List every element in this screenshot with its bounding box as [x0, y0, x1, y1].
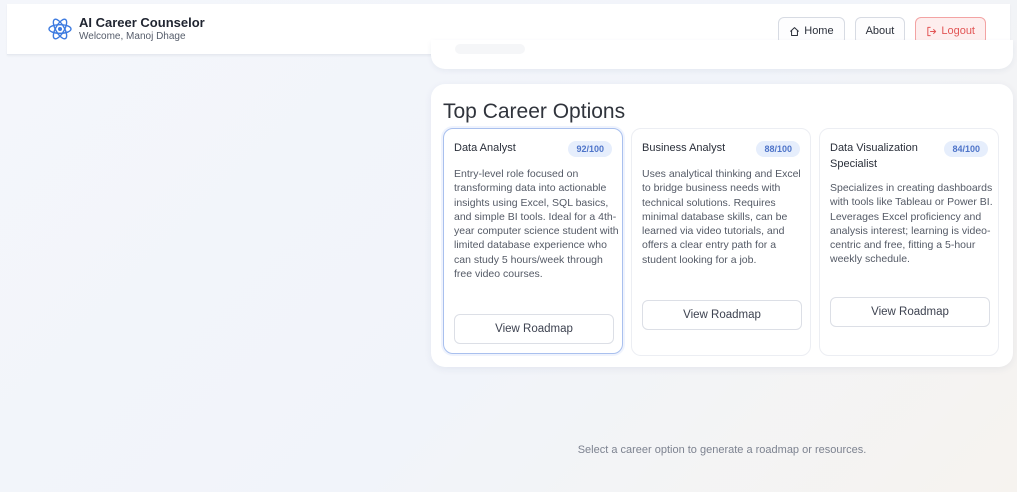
view-roadmap-button[interactable]: View Roadmap [454, 314, 614, 344]
welcome-text: Welcome, Manoj Dhage [79, 31, 186, 43]
about-label: About [865, 25, 895, 37]
career-card-data-visualization-specialist[interactable]: Data Visualization Specialist 84/100 Spe… [819, 128, 999, 356]
career-card-business-analyst[interactable]: Business Analyst 88/100 Uses analytical … [631, 128, 811, 356]
logout-label: Logout [941, 25, 975, 37]
section-title: Top Career Options [443, 100, 626, 123]
career-title: Business Analyst [642, 142, 726, 154]
score-badge: 92/100 [568, 141, 612, 157]
career-description: Specializes in creating dashboards with … [830, 182, 993, 266]
home-icon [790, 26, 800, 36]
brand: AI Career Counselor Welcome, Manoj Dhage [47, 15, 205, 43]
logout-icon [927, 26, 937, 36]
view-roadmap-button[interactable]: View Roadmap [830, 297, 990, 327]
career-options-section: Top Career Options Data Analyst 92/100 E… [431, 84, 1013, 367]
home-label: Home [804, 25, 834, 37]
previous-card-bottom [431, 40, 1013, 69]
app-page: AI Career Counselor Welcome, Manoj Dhage… [0, 0, 1017, 492]
score-badge: 84/100 [944, 141, 988, 157]
career-description: Entry-level role focused on transforming… [454, 168, 619, 281]
career-title: Data Analyst [454, 142, 516, 154]
atom-icon [48, 18, 72, 40]
faded-content [455, 44, 525, 54]
status-message: Select a career option to generate a roa… [577, 444, 867, 456]
view-roadmap-button[interactable]: View Roadmap [642, 300, 802, 330]
score-badge: 88/100 [756, 141, 800, 157]
career-card-data-analyst[interactable]: Data Analyst 92/100 Entry-level role foc… [443, 128, 623, 354]
career-description: Uses analytical thinking and Excel to br… [642, 168, 801, 266]
app-title: AI Career Counselor [79, 15, 205, 30]
career-title: Data Visualization Specialist [830, 142, 918, 170]
